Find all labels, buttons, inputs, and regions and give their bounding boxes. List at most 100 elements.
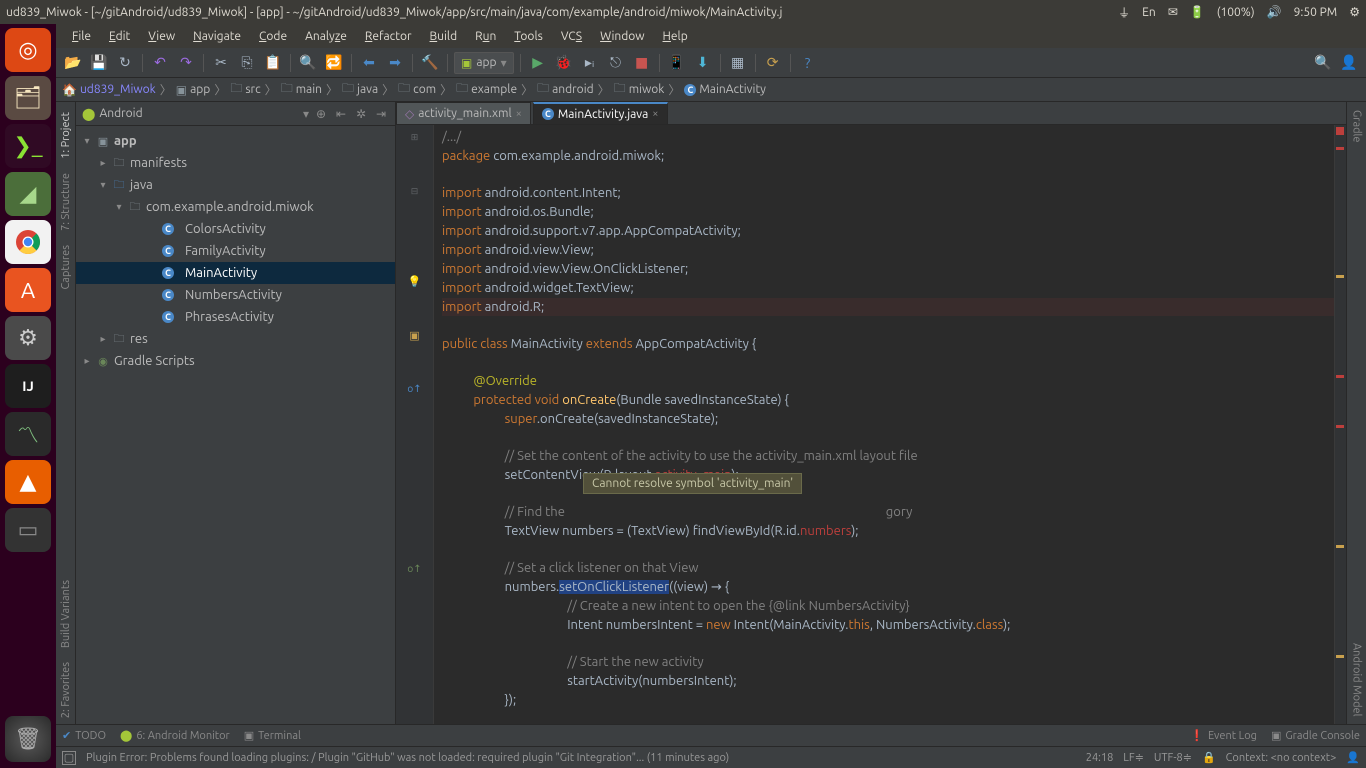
tool-todo[interactable]: ✔TODO [62,729,106,742]
save-all-icon[interactable]: 💾 [88,52,110,74]
make-icon[interactable]: 🔨 [419,52,441,74]
status-message[interactable]: Plugin Error: Problems found loading plu… [86,752,1076,764]
warning-marker[interactable] [1336,275,1344,278]
crumb-app[interactable]: ▣app [176,83,211,97]
caret-position[interactable]: 24:18 [1086,752,1114,764]
paste-icon[interactable]: 📋 [262,52,284,74]
error-marker[interactable] [1336,147,1344,150]
dash-icon[interactable]: ◎ [5,28,51,72]
override-icon[interactable]: o↑ [407,383,421,395]
trash-icon[interactable]: 🗑 [5,716,51,762]
menu-window[interactable]: Window [592,28,652,45]
tool-event-log[interactable]: ❗Event Log [1190,729,1257,742]
warning-marker[interactable] [1336,655,1344,658]
debug-icon[interactable]: 🐞 [553,52,575,74]
error-marker[interactable] [1336,425,1344,428]
menu-edit[interactable]: Edit [101,28,138,45]
close-tab-icon[interactable]: × [652,108,658,120]
tool-build-variants[interactable]: Build Variants [59,574,73,654]
sync-icon[interactable]: ↻ [114,52,136,74]
tree-colorsactivity[interactable]: C ColorsActivity [76,218,395,240]
replace-icon[interactable]: 🔁 [323,52,345,74]
tool-structure[interactable]: 7: Structure [59,167,73,237]
run-config-combo[interactable]: ▣ app ▾ [454,52,514,74]
crumb-main[interactable]: 🗀main [281,79,322,100]
tree-java[interactable]: ▾🗀java [76,174,395,196]
tree-gradle[interactable]: ▸◉Gradle Scripts [76,350,395,372]
tree-familyactivity[interactable]: C FamilyActivity [76,240,395,262]
tool-windows-toggle-icon[interactable]: ▢ [62,751,76,765]
scroll-from-source-icon[interactable]: ⊕ [313,106,329,122]
tab-activity-main-xml[interactable]: ◇activity_main.xml× [396,102,531,124]
class-gutter-icon[interactable]: ▣ [409,329,419,342]
stop-icon[interactable]: ■ [631,52,653,74]
close-tab-icon[interactable]: × [516,108,522,120]
menu-file[interactable]: File [64,28,99,45]
terminal-icon[interactable]: ❯_ [5,124,51,168]
avd-icon[interactable]: 📱 [666,52,688,74]
sdk-icon[interactable]: ⬇ [692,52,714,74]
menu-navigate[interactable]: Navigate [185,28,249,45]
menu-analyze[interactable]: Analyze [297,28,355,45]
menu-build[interactable]: Build [422,28,466,45]
menu-vcs[interactable]: VCS [553,28,590,45]
back-icon[interactable]: ⬅ [358,52,380,74]
bulb-icon[interactable]: 💡 [408,275,422,288]
menu-code[interactable]: Code [251,28,295,45]
vlc-icon[interactable]: ▲ [5,460,51,504]
find-icon[interactable]: 🔍 [297,52,319,74]
open-icon[interactable]: 📂 [62,52,84,74]
software-center-icon[interactable]: A [5,268,51,312]
tree-app[interactable]: ▾▣app [76,130,395,152]
session-icon[interactable]: ⚙ [1349,5,1360,19]
project-structure-icon[interactable]: ▦ [727,52,749,74]
crumb-com[interactable]: 🗀com [398,79,436,100]
tool-captures[interactable]: Captures [59,239,73,295]
tool-gradle[interactable]: Gradle [1350,102,1364,151]
forward-icon[interactable]: ➡ [384,52,406,74]
run-icon[interactable]: ▶ [527,52,549,74]
lambda-icon[interactable]: o↑ [407,563,421,575]
undo-icon[interactable]: ↶ [149,52,171,74]
project-view-mode[interactable]: Android [99,107,299,120]
hide-icon[interactable]: ⇥ [373,106,389,122]
cut-icon[interactable]: ✂ [210,52,232,74]
redo-icon[interactable]: ↷ [175,52,197,74]
tool-terminal[interactable]: ▣Terminal [244,729,301,742]
tree-mainactivity[interactable]: C MainActivity [76,262,395,284]
hector-icon[interactable]: 👤 [1346,751,1360,764]
user-icon[interactable]: 👤 [1338,52,1360,74]
collapse-all-icon[interactable]: ⇤ [333,106,349,122]
error-stripe[interactable] [1334,125,1346,724]
crumb-mainactivity[interactable]: CMainActivity [684,83,766,96]
warning-marker[interactable] [1336,545,1344,548]
tree-phrasesactivity[interactable]: C PhrasesActivity [76,306,395,328]
help-icon[interactable]: ? [797,52,819,74]
attach-icon[interactable]: ⎋ [605,52,627,74]
code-content[interactable]: /.../ package com.example.android.miwok;… [434,125,1334,724]
sync-gradle-icon[interactable]: ⟳ [762,52,784,74]
android-studio-icon[interactable]: ◢ [5,172,51,216]
sysmon-icon[interactable]: 〽 [5,412,51,456]
settings-icon[interactable]: ✲ [353,106,369,122]
crumb-android[interactable]: 🗀android [537,79,594,100]
crumb-src[interactable]: 🗀src [230,79,260,100]
line-separator[interactable]: LF≑ [1123,751,1144,764]
project-tree[interactable]: ▾▣app ▸🗀manifests ▾🗀java ▾🗀com.example.a… [76,126,395,724]
tree-manifests[interactable]: ▸🗀manifests [76,152,395,174]
intellij-icon[interactable]: IJ [5,364,51,408]
search-everywhere-icon[interactable]: 🔍 [1312,52,1334,74]
minimized-window-icon[interactable]: ▭ [5,508,51,552]
battery-icon[interactable]: 🔋 [1190,5,1205,19]
tool-android-monitor[interactable]: ⬤6: Android Monitor [120,729,230,742]
settings-launcher-icon[interactable]: ⚙ [5,316,51,360]
crumb-java[interactable]: 🗀java [342,79,378,100]
file-encoding[interactable]: UTF-8≑ [1154,751,1192,764]
menu-refactor[interactable]: Refactor [357,28,420,45]
tool-favorites[interactable]: 2: Favorites [59,656,73,724]
copy-icon[interactable]: ⎘ [236,52,258,74]
context-indicator[interactable]: Context: <no context> [1226,752,1337,764]
code-editor[interactable]: ⊞ ⊟ 💡 ▣ o↑ o↑ /.../ package com.example.… [396,125,1346,724]
tab-mainactivity-java[interactable]: CMainActivity.java× [533,102,668,124]
tool-project[interactable]: 1: Project [59,106,73,165]
